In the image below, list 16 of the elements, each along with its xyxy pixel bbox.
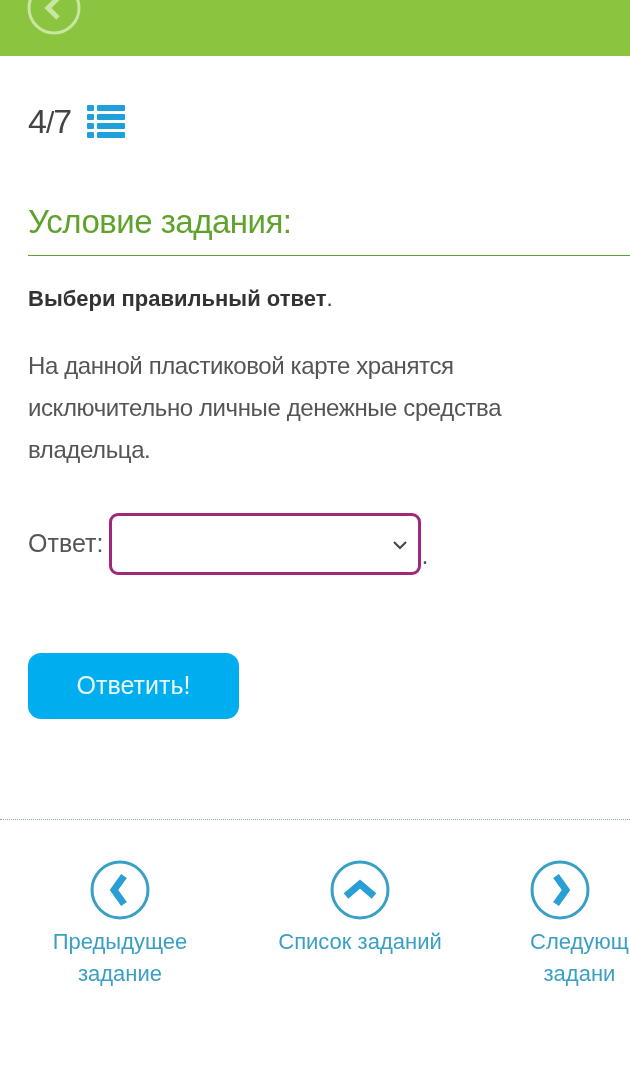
progress-counter: 4/7 [28,101,72,142]
instruction-text: Выбери правильный ответ. [28,284,334,313]
chevron-right-icon[interactable] [530,859,590,920]
answer-dropdown[interactable] [109,512,422,575]
nav-link-text[interactable]: Предыдущее задание [52,925,188,990]
submit-button[interactable]: Ответить! [28,652,239,719]
nav-link-text[interactable]: Следующ задани [530,925,629,990]
list-icon[interactable] [87,103,126,140]
period-text: . [421,540,429,571]
chevron-up-icon[interactable] [330,859,390,920]
nav-link-text[interactable]: Список заданий [278,925,442,958]
question-text: На данной пластиковой карте хранятся исключительно личные денежные средства владельца. [28,350,503,465]
chevron-left-icon[interactable] [90,859,150,920]
answer-label: Ответ: [28,527,104,559]
section-title: Условие задания: [28,197,630,256]
caret-icon [392,539,409,550]
